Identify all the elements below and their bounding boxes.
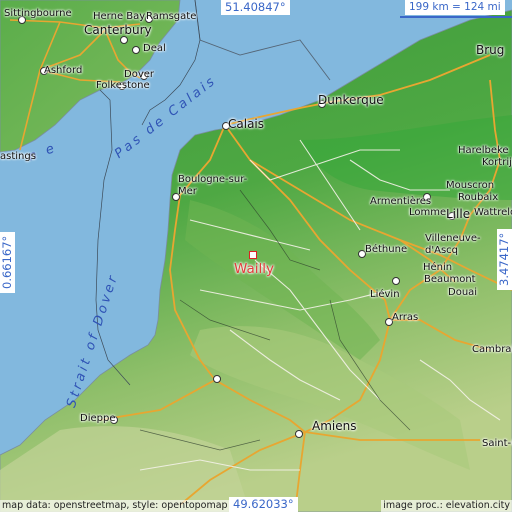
city-label-saint-quentin: Saint-Q (482, 438, 512, 449)
city-label-wattrelos: Wattrelos (474, 207, 512, 218)
city-label-harelbeke: Harelbeke (458, 145, 509, 156)
city-label-amiens: Amiens (312, 419, 357, 433)
city-label-brugge: Brug (476, 43, 505, 57)
city-label-beaumont: Beaumont (424, 274, 476, 285)
east-longitude-label: 3.47417° (497, 228, 512, 290)
city-label-mouscron: Mouscron (446, 180, 495, 191)
city-label-sittingbourne: Sittingbourne (4, 8, 72, 19)
city-label-boulogne-sur-mer: Boulogne-sur-Mer (178, 174, 248, 197)
city-label-villeneuve-dascq: Villeneuve-d'Ascq (425, 233, 481, 256)
city-label-lille: Lille (446, 207, 471, 221)
city-dot (213, 375, 221, 383)
city-label-folkestone: Folkestone (96, 80, 150, 91)
place-marker[interactable] (249, 251, 257, 259)
south-latitude-label: 49.62033° (229, 497, 298, 512)
city-label-roubaix: Roubaix (458, 192, 499, 203)
city-label-ramsgate: Ramsgate (146, 11, 197, 22)
city-label-deal: Deal (143, 43, 166, 54)
city-label-dunkerque: Dunkerque (318, 93, 384, 107)
city-label-kortrijk: Kortrijk (482, 157, 512, 168)
city-label-calais: Calais (228, 117, 265, 131)
topographic-map[interactable]: n e Pas de Calais Strait of Dover Sittin… (0, 0, 512, 512)
map-credit-left: map data: openstreetmap, style: opentopo… (0, 500, 230, 512)
scale-label: 199 km = 124 mi (405, 0, 505, 15)
city-dot (120, 36, 128, 44)
city-label-dieppe: Dieppe (80, 413, 116, 424)
city-dot (132, 46, 140, 54)
city-label-lievin: Liévin (370, 289, 400, 300)
city-label-lomme: Lomme (409, 207, 447, 218)
city-label-henin: Hénin (423, 262, 453, 273)
city-label-ashford: Ashford (44, 65, 83, 76)
city-label-hastings: astings (0, 151, 36, 162)
place-label[interactable]: Wailly (234, 261, 274, 277)
city-label-bethune: Béthune (365, 244, 408, 255)
north-latitude-label: 51.40847° (221, 0, 290, 15)
city-label-canterbury: Canterbury (84, 23, 152, 37)
city-label-arras: Arras (392, 312, 419, 323)
city-dot (392, 277, 400, 285)
map-credit-right: image proc.: elevation.city (381, 500, 512, 512)
city-label-herne-bay: Herne Bay (93, 11, 146, 22)
city-dot (295, 430, 303, 438)
city-label-douai: Douai (448, 287, 478, 298)
west-longitude-label: 0.66167° (0, 231, 15, 293)
city-label-cambrai: Cambrai (472, 344, 512, 355)
